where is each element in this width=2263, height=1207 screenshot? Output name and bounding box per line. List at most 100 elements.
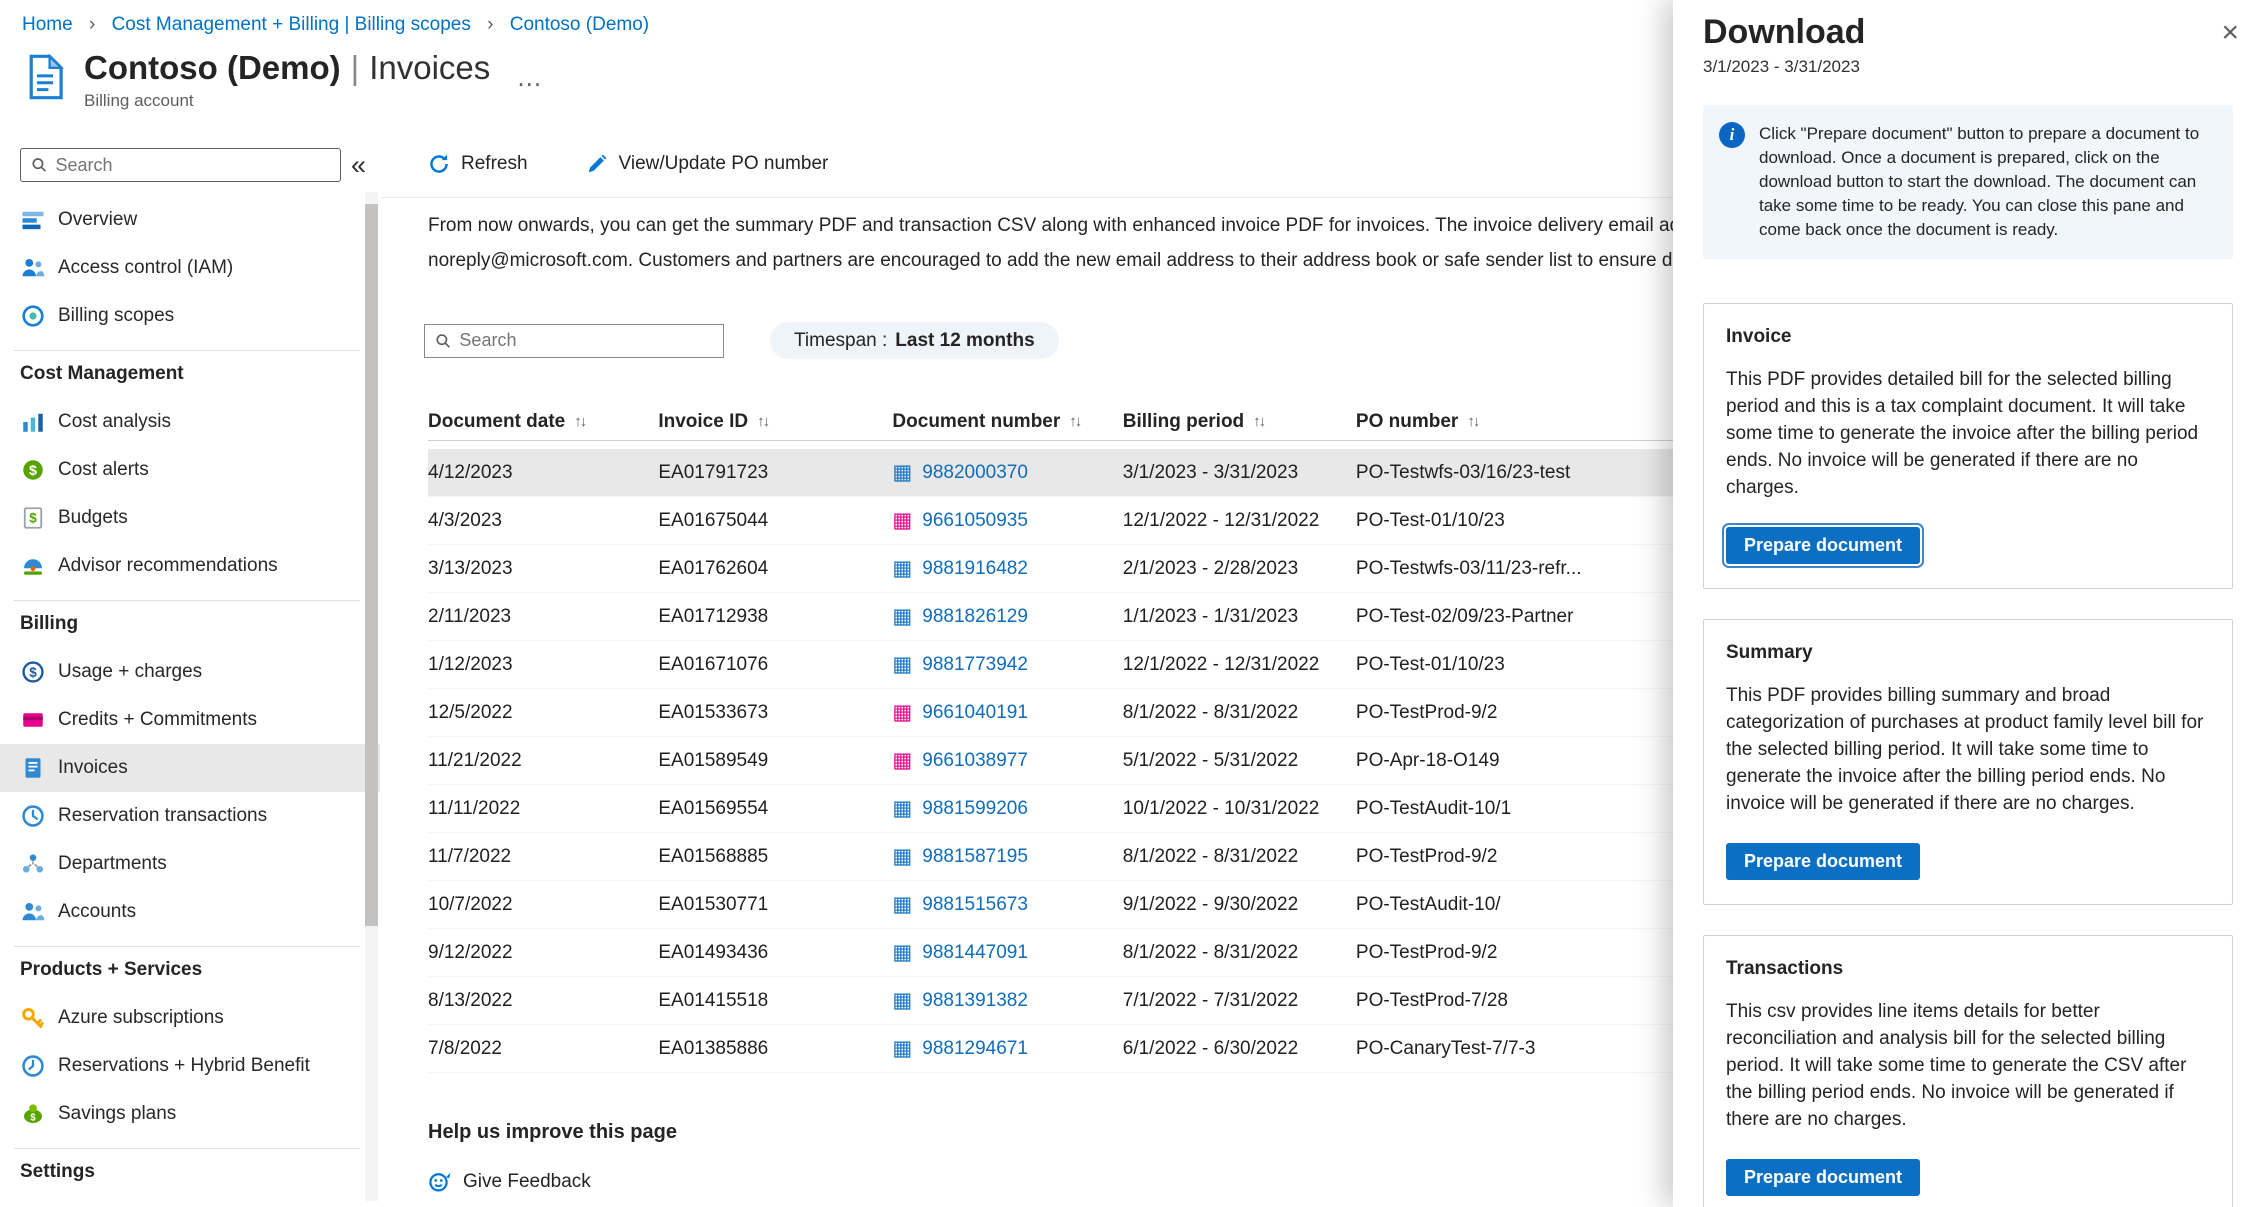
document-number-link[interactable]: 9661038977 — [922, 750, 1028, 772]
timespan-filter[interactable]: Timespan : Last 12 months — [770, 322, 1059, 359]
section-header-billing: Billing — [14, 600, 360, 648]
document-type-icon: ▦ — [892, 509, 913, 532]
document-type-icon: ▦ — [892, 797, 913, 820]
give-feedback-button[interactable]: Give Feedback — [428, 1170, 1673, 1194]
column-header-document-number[interactable]: Document number ↑↓ — [892, 411, 1122, 433]
table-row[interactable]: 2/11/2023 EA01712938 ▦ 9881826129 1/1/202… — [428, 593, 1673, 641]
more-options-button[interactable]: … — [516, 62, 544, 93]
sidebar-item-overview[interactable]: Overview — [0, 196, 380, 244]
document-number-link[interactable]: 9882000370 — [922, 462, 1028, 484]
breadcrumb-separator: › — [88, 14, 96, 35]
document-number-link[interactable]: 9881391382 — [922, 990, 1028, 1012]
sidebar-item-advisor-recommendations[interactable]: Advisor recommendations — [0, 542, 380, 590]
breadcrumb: Home › Cost Management + Billing | Billi… — [22, 14, 649, 36]
cost-analysis-icon — [20, 410, 46, 434]
credits-icon — [20, 708, 46, 732]
feedback-section: Help us improve this page Give Feedback — [428, 1121, 1673, 1194]
sidebar-item-usage-charges[interactable]: $ Usage + charges — [0, 648, 380, 696]
table-row[interactable]: 1/12/2023 EA01671076 ▦ 9881773942 12/1/20… — [428, 641, 1673, 689]
prepare-document-button-invoice[interactable]: Prepare document — [1726, 527, 1921, 564]
sidebar-item-cost-analysis[interactable]: Cost analysis — [0, 398, 380, 446]
breadcrumb-contoso-demo[interactable]: Contoso (Demo) — [510, 14, 649, 35]
sidebar-item-savings-plans[interactable]: $ Savings plans — [0, 1090, 380, 1138]
feedback-heading: Help us improve this page — [428, 1121, 677, 1143]
sidebar-item-access-control[interactable]: Access control (IAM) — [0, 244, 380, 292]
invoice-notice-text: From now onwards, you can get the summar… — [428, 215, 1673, 271]
column-header-invoice-id[interactable]: Invoice ID ↑↓ — [658, 411, 892, 433]
document-type-icon: ▦ — [892, 893, 913, 916]
document-number-link[interactable]: 9881826129 — [922, 606, 1028, 628]
document-number-link[interactable]: 9881916482 — [922, 558, 1028, 580]
page-subtitle: Billing account — [84, 91, 194, 110]
document-type-icon: ▦ — [892, 845, 913, 868]
table-row[interactable]: 9/12/2022 EA01493436 ▦ 9881447091 8/1/202… — [428, 929, 1673, 977]
usage-charges-icon: $ — [20, 660, 46, 684]
invoice-search-input[interactable] — [459, 330, 713, 351]
sidebar-item-label: Cost alerts — [58, 459, 149, 480]
sidebar-item-departments[interactable]: Departments — [0, 840, 380, 888]
document-type-icon: ▦ — [892, 749, 913, 772]
column-header-po-number[interactable]: PO number ↑↓ — [1356, 411, 1673, 433]
document-number-link[interactable]: 9661050935 — [922, 510, 1028, 532]
table-row[interactable]: 8/13/2022 EA01415518 ▦ 9881391382 7/1/202… — [428, 977, 1673, 1025]
sidebar-item-label: Accounts — [58, 901, 137, 922]
table-row[interactable]: 3/13/2023 EA01762604 ▦ 9881916482 2/1/202… — [428, 545, 1673, 593]
breadcrumb-cost-management-billing[interactable]: Cost Management + Billing | Billing scop… — [112, 14, 471, 35]
sidebar-item-label: Savings plans — [58, 1103, 177, 1124]
document-type-icon: ▦ — [892, 461, 913, 484]
sidebar-item-credits-commitments[interactable]: Credits + Commitments — [0, 696, 380, 744]
sidebar-item-cost-alerts[interactable]: $ Cost alerts — [0, 446, 380, 494]
document-number-link[interactable]: 9881773942 — [922, 654, 1028, 676]
document-number-link[interactable]: 9881599206 — [922, 798, 1028, 820]
document-number-link[interactable]: 9881294671 — [922, 1038, 1028, 1060]
table-row[interactable]: 4/12/2023 EA01791723 ▦ 9882000370 3/1/202… — [428, 449, 1673, 497]
sidebar-item-label: Budgets — [58, 507, 128, 528]
invoice-search-box[interactable] — [424, 323, 724, 358]
main-content: Refresh View/Update PO number From now o… — [380, 130, 1673, 1207]
prepare-document-button-summary[interactable]: Prepare document — [1726, 843, 1921, 880]
sidebar-item-label: Reservations + Hybrid Benefit — [58, 1055, 310, 1076]
document-number-link[interactable]: 9661040191 — [922, 702, 1028, 724]
view-update-po-button[interactable]: View/Update PO number — [586, 153, 828, 175]
sidebar-search-input[interactable] — [55, 154, 330, 176]
sidebar-search-box[interactable] — [20, 148, 341, 182]
sidebar-item-invoices[interactable]: Invoices — [0, 744, 380, 792]
breadcrumb-home[interactable]: Home — [22, 14, 73, 35]
document-number-link[interactable]: 9881515673 — [922, 894, 1028, 916]
document-type-icon: ▦ — [892, 941, 913, 964]
invoices-table: Document date ↑↓ Invoice ID ↑↓ Document nu… — [428, 403, 1673, 1073]
sidebar-item-label: Reservation transactions — [58, 805, 268, 826]
svg-text:$: $ — [30, 1112, 36, 1123]
section-description: This csv provides line items details for… — [1726, 1001, 2187, 1130]
document-number-link[interactable]: 9881587195 — [922, 846, 1028, 868]
prepare-document-button-transactions[interactable]: Prepare document — [1726, 1159, 1921, 1196]
sort-icon: ↑↓ — [574, 413, 587, 430]
sidebar: « Overview Access control (IAM) Billing … — [0, 130, 380, 1207]
document-number-link[interactable]: 9881447091 — [922, 942, 1028, 964]
sidebar-item-reservations-hybrid-benefit[interactable]: Reservations + Hybrid Benefit — [0, 1042, 380, 1090]
smiley-feedback-icon — [428, 1170, 452, 1194]
column-header-billing-period[interactable]: Billing period ↑↓ — [1123, 411, 1356, 433]
table-row[interactable]: 10/7/2022 EA01530771 ▦ 9881515673 9/1/202… — [428, 881, 1673, 929]
section-description: This PDF provides detailed bill for the … — [1726, 369, 2199, 498]
table-row[interactable]: 11/11/2022 EA01569554 ▦ 9881599206 10/1/2… — [428, 785, 1673, 833]
sidebar-item-budgets[interactable]: $ Budgets — [0, 494, 380, 542]
close-icon[interactable]: × — [2221, 18, 2239, 48]
sidebar-item-azure-subscriptions[interactable]: Azure subscriptions — [0, 994, 380, 1042]
download-panel: × Download 3/1/2023 - 3/31/2023 i Click … — [1673, 0, 2263, 1207]
table-row[interactable]: 4/3/2023 EA01675044 ▦ 9661050935 12/1/202… — [428, 497, 1673, 545]
column-header-document-date[interactable]: Document date ↑↓ — [428, 411, 658, 433]
table-row[interactable]: 7/8/2022 EA01385886 ▦ 9881294671 6/1/2022… — [428, 1025, 1673, 1073]
table-row[interactable]: 11/21/2022 EA01589549 ▦ 9661038977 5/1/20… — [428, 737, 1673, 785]
collapse-sidebar-button[interactable]: « — [351, 148, 366, 182]
sidebar-scrollbar-thumb[interactable] — [365, 204, 378, 926]
sidebar-item-billing-scopes[interactable]: Billing scopes — [0, 292, 380, 340]
document-type-icon: ▦ — [892, 557, 913, 580]
sidebar-item-reservation-transactions[interactable]: Reservation transactions — [0, 792, 380, 840]
refresh-button[interactable]: Refresh — [428, 153, 528, 175]
table-row[interactable]: 11/7/2022 EA01568885 ▦ 9881587195 8/1/202… — [428, 833, 1673, 881]
sidebar-item-accounts[interactable]: Accounts — [0, 888, 380, 936]
table-row[interactable]: 12/5/2022 EA01533673 ▦ 9661040191 8/1/202… — [428, 689, 1673, 737]
page-title: Contoso (Demo) | Invoices — [84, 49, 491, 86]
sort-icon: ↑↓ — [1253, 413, 1266, 430]
